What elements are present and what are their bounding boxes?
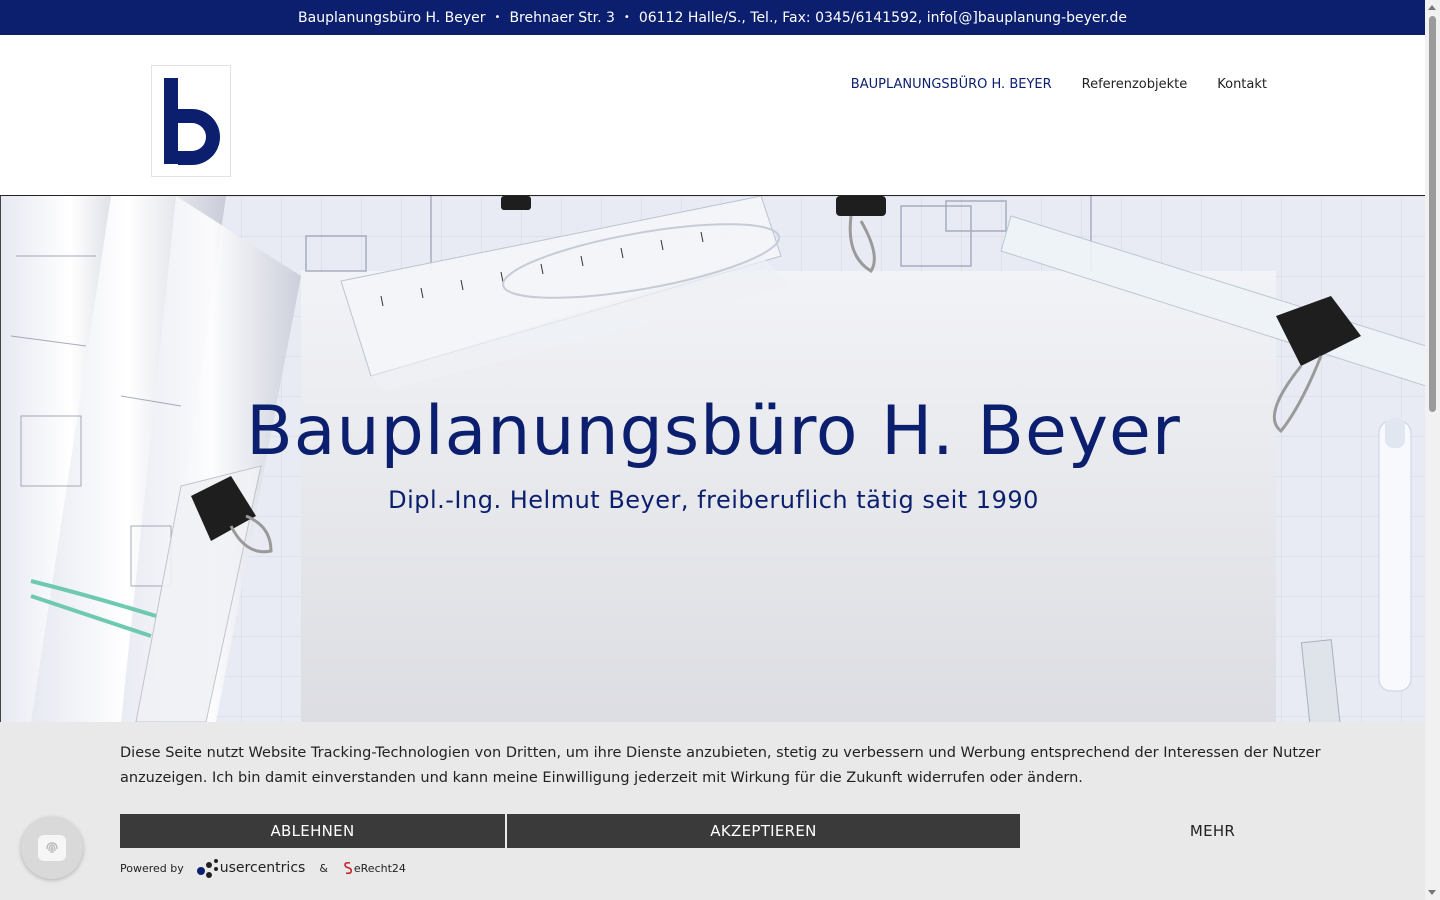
fingerprint-icon bbox=[46, 842, 58, 854]
usercentrics-dots-icon bbox=[196, 859, 218, 878]
reject-button[interactable]: ABLEHNEN bbox=[120, 814, 505, 848]
main-nav: BAUPLANUNGSBÜRO H. BEYER Referenzobjekte… bbox=[851, 77, 1267, 92]
erecht24-paragraph-icon bbox=[344, 861, 352, 875]
nav-item-referenzobjekte[interactable]: Referenzobjekte bbox=[1082, 77, 1188, 92]
site-header: BAUPLANUNGSBÜRO H. BEYER Referenzobjekte… bbox=[0, 35, 1425, 196]
scroll-up-arrow-icon[interactable] bbox=[1428, 5, 1436, 10]
erecht24-label: eRecht24 bbox=[353, 861, 406, 875]
erecht24-logo[interactable]: eRecht24 bbox=[342, 861, 406, 875]
more-button[interactable]: MEHR bbox=[1020, 814, 1405, 848]
powered-by-label: Powered by bbox=[120, 861, 184, 875]
company-street: Brehnaer Str. 3 bbox=[509, 9, 615, 26]
separator-dot: • bbox=[494, 12, 501, 23]
separator-dot: • bbox=[623, 12, 630, 23]
letter-b-logo-icon bbox=[164, 78, 220, 165]
scrollbar-thumb[interactable] bbox=[1429, 16, 1436, 412]
nav-item-home[interactable]: BAUPLANUNGSBÜRO H. BEYER bbox=[851, 77, 1052, 92]
powered-by: Powered by usercentrics & eRecht24 bbox=[120, 856, 406, 880]
hero-subtitle: Dipl.-Ing. Helmut Beyer, freiberuflich t… bbox=[388, 486, 1039, 514]
hero-title: Bauplanungsbüro H. Beyer bbox=[246, 392, 1181, 471]
page-scrollbar[interactable] bbox=[1425, 0, 1440, 900]
cookie-consent-text: Diese Seite nutzt Website Tracking-Techn… bbox=[120, 745, 1321, 786]
top-info-bar: Bauplanungsbüro H. Beyer • Brehnaer Str.… bbox=[0, 0, 1425, 35]
company-contact: 06112 Halle/S., Tel., Fax: 0345/6141592,… bbox=[638, 9, 1127, 26]
cookie-consent-banner: Diese Seite nutzt Website Tracking-Techn… bbox=[0, 722, 1425, 900]
chat-bubble-icon bbox=[38, 835, 66, 861]
nav-item-kontakt[interactable]: Kontakt bbox=[1217, 77, 1267, 92]
usercentrics-logo[interactable]: usercentrics bbox=[196, 857, 306, 879]
company-name: Bauplanungsbüro H. Beyer bbox=[298, 9, 486, 26]
scroll-down-arrow-icon[interactable] bbox=[1428, 890, 1436, 895]
usercentrics-label: usercentrics bbox=[219, 860, 306, 876]
ampersand: & bbox=[319, 861, 328, 875]
site-logo[interactable] bbox=[151, 65, 231, 177]
privacy-settings-button[interactable] bbox=[21, 817, 83, 879]
accept-button[interactable]: AKZEPTIEREN bbox=[507, 814, 1020, 848]
hero-section: Bauplanungsbüro H. Beyer Dipl.-Ing. Helm… bbox=[0, 196, 1426, 722]
